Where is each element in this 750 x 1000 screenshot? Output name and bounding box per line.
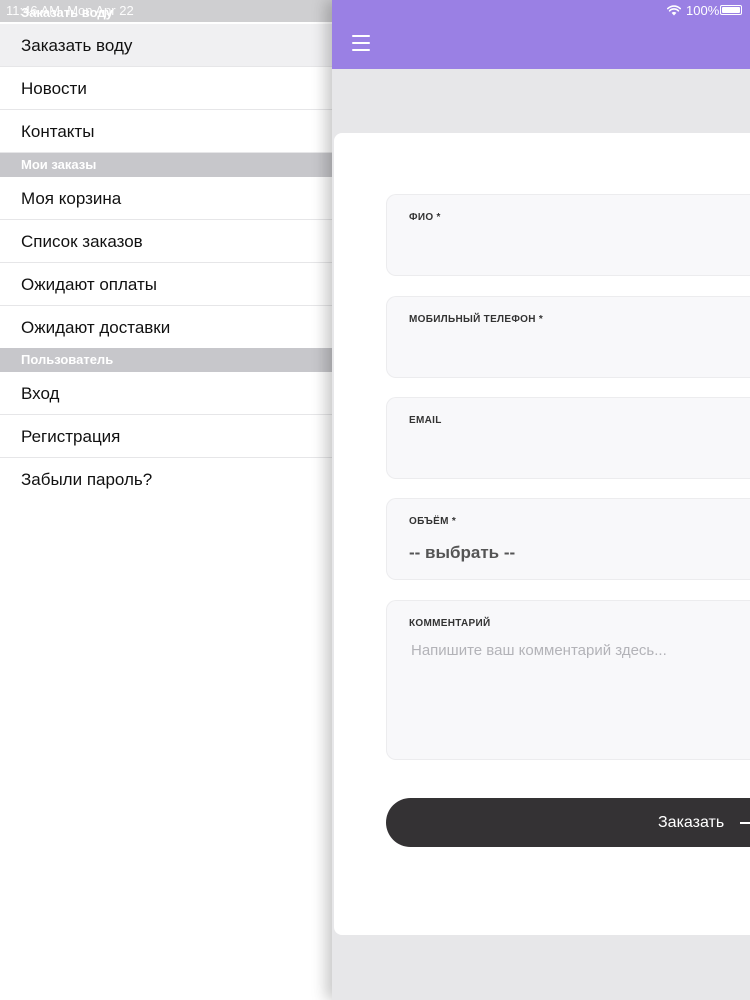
side-menu: Заказать воду 11:46 AM Mon Apr 22 Заказа… [0,0,332,1000]
menu-item-label: Ожидают доставки [21,318,171,337]
menu-item-cart[interactable]: Моя корзина [0,177,332,220]
mobile-phone-field[interactable]: МОБИЛЬНЫЙ ТЕЛЕФОН * [386,296,750,378]
full-name-field[interactable]: ФИО * [386,194,750,276]
menu-item-label: Вход [21,384,60,403]
side-menu-header: Заказать воду 11:46 AM Mon Apr 22 [0,0,332,22]
field-label: МОБИЛЬНЫЙ ТЕЛЕФОН * [409,314,544,325]
menu-item-forgot-password[interactable]: Забыли пароль? [0,458,332,501]
menu-item-awaiting-payment[interactable]: Ожидают оплаты [0,263,332,306]
wifi-icon [667,5,681,16]
menu-section-my-orders: Мои заказы [0,153,332,177]
order-form-card: ФИО * МОБИЛЬНЫЙ ТЕЛЕФОН * EMAIL ОБЪЁМ * … [334,133,750,935]
menu-item-label: Регистрация [21,427,121,446]
menu-item-label: Заказать воду [21,36,133,55]
battery-icon [720,5,742,15]
hamburger-icon[interactable] [352,35,370,51]
menu-item-register[interactable]: Регистрация [0,415,332,458]
email-field[interactable]: EMAIL [386,397,750,479]
menu-section-title: Пользователь [21,352,114,367]
menu-section-user: Пользователь [0,348,332,372]
field-label: EMAIL [409,415,442,426]
menu-item-label: Ожидают оплаты [21,275,158,294]
menu-item-label: Новости [21,79,87,98]
menu-item-orders-list[interactable]: Список заказов [0,220,332,263]
menu-item-label: Забыли пароль? [21,470,153,489]
order-submit-button[interactable]: Заказать [386,798,750,847]
status-bar-time: 11:46 AM Mon Apr 22 [6,3,134,18]
field-label: ОБЪЁМ * [409,516,457,527]
menu-item-contacts[interactable]: Контакты [0,110,332,153]
field-label: ФИО * [409,212,441,223]
menu-item-order-water[interactable]: Заказать воду [0,24,332,67]
menu-item-news[interactable]: Новости [0,67,332,110]
volume-select-value[interactable]: -- выбрать -- [409,543,515,563]
menu-item-label: Список заказов [21,232,143,251]
menu-item-label: Моя корзина [21,189,122,208]
menu-item-login[interactable]: Вход [0,372,332,415]
menu-item-awaiting-delivery[interactable]: Ожидают доставки [0,306,332,349]
top-bar: 100% [332,0,750,69]
main-panel: 100% ФИО * МОБИЛЬНЫЙ ТЕЛЕФОН * EMAIL ОБЪ… [332,0,750,1000]
arrow-right-icon [740,822,750,824]
volume-select[interactable]: ОБЪЁМ * -- выбрать -- [386,498,750,580]
field-label: КОММЕНТАРИЙ [409,618,491,629]
order-submit-label: Заказать [658,814,725,831]
menu-section-title: Мои заказы [21,157,97,172]
battery-percentage: 100% [686,3,720,18]
menu-item-label: Контакты [21,122,95,141]
comment-textarea[interactable]: Напишите ваш комментарий здесь... [411,642,667,660]
comment-field[interactable]: КОММЕНТАРИЙ Напишите ваш комментарий зде… [386,600,750,760]
